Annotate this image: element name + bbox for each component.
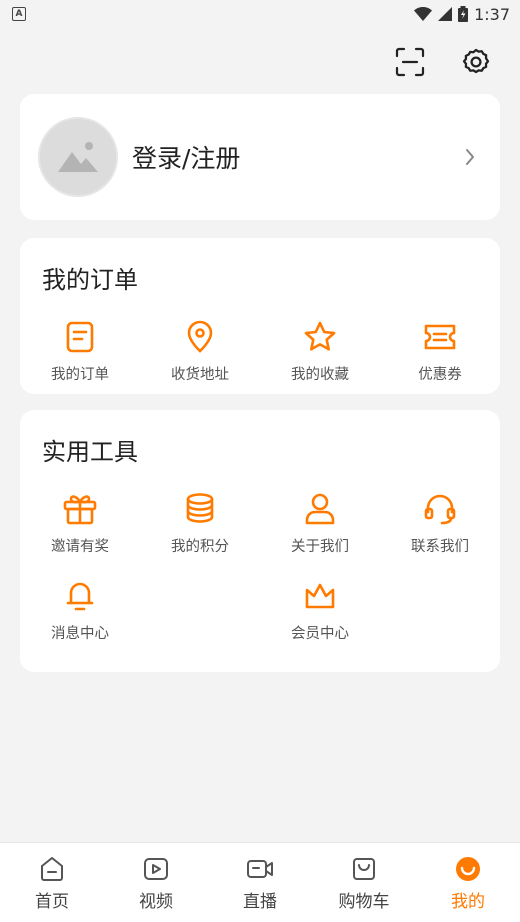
tools-card: 实用工具 邀请有奖 我的积分 关于我们 联系我们 消息中心 会员中心 bbox=[20, 410, 500, 672]
status-app-badge: A bbox=[12, 7, 26, 21]
tools-item-about[interactable]: 关于我们 bbox=[260, 489, 380, 556]
location-pin-icon bbox=[180, 317, 220, 357]
tools-grid: 邀请有奖 我的积分 关于我们 联系我们 消息中心 会员中心 bbox=[20, 489, 500, 643]
profile-card[interactable]: 登录/注册 bbox=[20, 94, 500, 220]
cart-icon bbox=[348, 853, 380, 885]
tools-item-label: 关于我们 bbox=[291, 539, 349, 555]
orders-item-label: 优惠券 bbox=[418, 367, 462, 383]
star-icon bbox=[300, 317, 340, 357]
top-actions bbox=[392, 44, 494, 80]
headset-icon bbox=[420, 489, 460, 529]
avatar[interactable] bbox=[38, 117, 118, 197]
gear-icon bbox=[462, 48, 490, 74]
coupon-icon bbox=[420, 317, 460, 357]
bell-icon bbox=[60, 576, 100, 616]
nav-label: 首页 bbox=[35, 892, 69, 912]
orders-item-favorites[interactable]: 我的收藏 bbox=[260, 317, 380, 384]
tools-item-label: 会员中心 bbox=[291, 626, 349, 642]
status-indicators: 1:37 bbox=[414, 5, 510, 24]
nav-item-mine[interactable]: 我的 bbox=[416, 843, 520, 922]
tools-item-points[interactable]: 我的积分 bbox=[140, 489, 260, 556]
nav-label: 直播 bbox=[243, 892, 277, 912]
orders-item-label: 我的收藏 bbox=[291, 367, 349, 383]
tools-item-messages[interactable]: 消息中心 bbox=[20, 576, 140, 643]
wifi-icon bbox=[414, 7, 433, 21]
settings-button[interactable] bbox=[458, 44, 494, 80]
profile-face-icon bbox=[452, 853, 484, 885]
orders-grid: 我的订单 收货地址 我的收藏 优惠券 bbox=[20, 317, 500, 384]
gift-icon bbox=[60, 489, 100, 529]
scan-button[interactable] bbox=[392, 44, 428, 80]
orders-item-coupons[interactable]: 优惠券 bbox=[380, 317, 500, 384]
bottom-nav: 首页 视频 直播 购物车 我的 bbox=[0, 842, 520, 922]
battery-icon bbox=[458, 6, 469, 22]
nav-item-video[interactable]: 视频 bbox=[104, 843, 208, 922]
image-placeholder-icon bbox=[58, 142, 98, 172]
person-icon bbox=[300, 489, 340, 529]
tools-item-label: 消息中心 bbox=[51, 626, 109, 642]
grid-spacer bbox=[140, 576, 260, 643]
scan-icon bbox=[395, 47, 425, 77]
nav-item-home[interactable]: 首页 bbox=[0, 843, 104, 922]
video-icon bbox=[140, 853, 172, 885]
tools-item-invite[interactable]: 邀请有奖 bbox=[20, 489, 140, 556]
nav-label: 我的 bbox=[451, 892, 485, 912]
status-bar: A 1:37 bbox=[0, 0, 520, 28]
profile-chevron[interactable] bbox=[458, 147, 482, 167]
nav-item-live[interactable]: 直播 bbox=[208, 843, 312, 922]
nav-item-cart[interactable]: 购物车 bbox=[312, 843, 416, 922]
tools-item-label: 邀请有奖 bbox=[51, 539, 109, 555]
tools-section-title: 实用工具 bbox=[42, 438, 138, 466]
login-register-link[interactable]: 登录/注册 bbox=[132, 139, 458, 175]
nav-label: 视频 bbox=[139, 892, 173, 912]
order-list-icon bbox=[60, 317, 100, 357]
crown-icon bbox=[300, 576, 340, 616]
tools-item-label: 联系我们 bbox=[411, 539, 469, 555]
orders-section-title: 我的订单 bbox=[42, 266, 138, 294]
live-camera-icon bbox=[244, 853, 276, 885]
chevron-right-icon bbox=[466, 149, 474, 165]
status-time: 1:37 bbox=[474, 4, 510, 24]
signal-icon bbox=[438, 7, 453, 21]
tools-item-label: 我的积分 bbox=[171, 539, 229, 555]
orders-item-label: 收货地址 bbox=[171, 367, 229, 383]
nav-label: 购物车 bbox=[338, 892, 390, 912]
orders-item-my-orders[interactable]: 我的订单 bbox=[20, 317, 140, 384]
orders-item-label: 我的订单 bbox=[51, 367, 109, 383]
home-icon bbox=[36, 853, 68, 885]
tools-item-contact[interactable]: 联系我们 bbox=[380, 489, 500, 556]
orders-card: 我的订单 我的订单 收货地址 我的收藏 优惠券 bbox=[20, 238, 500, 394]
orders-item-address[interactable]: 收货地址 bbox=[140, 317, 260, 384]
coins-icon bbox=[180, 489, 220, 529]
tools-item-membership[interactable]: 会员中心 bbox=[260, 576, 380, 643]
